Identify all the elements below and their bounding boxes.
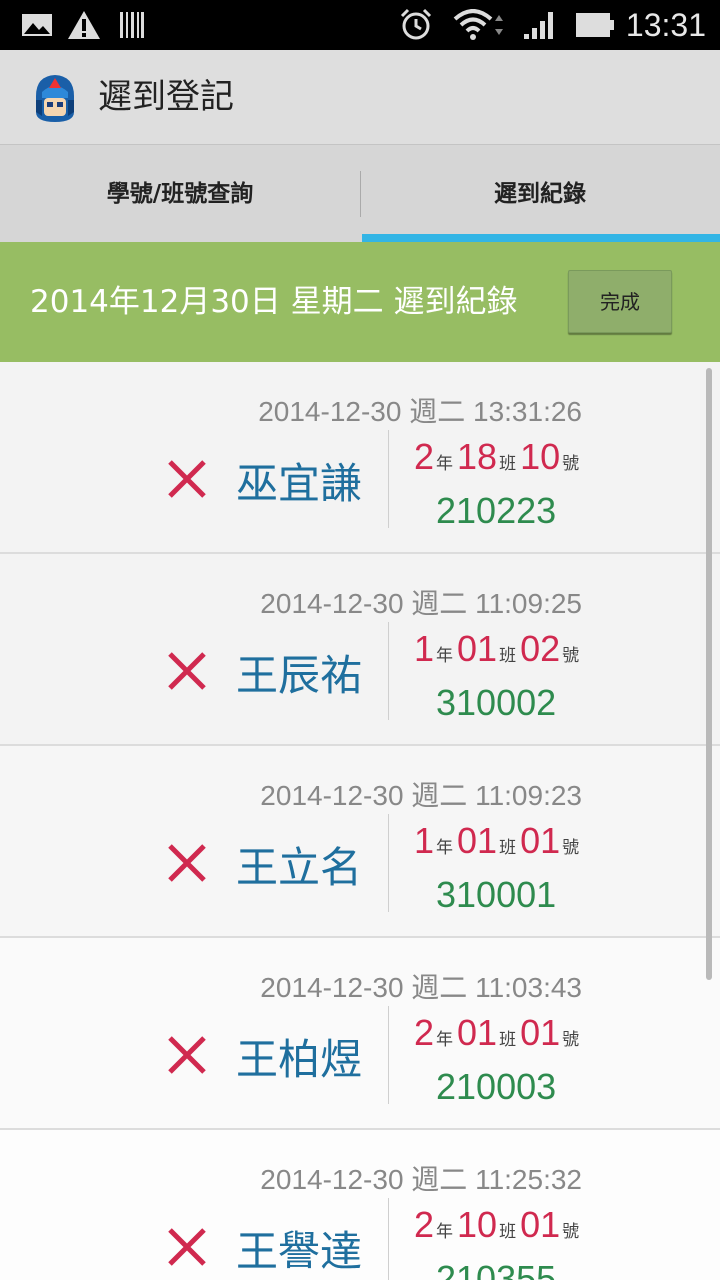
- warning-icon: [66, 0, 102, 50]
- class-info: 2 年 01 班 01 號: [414, 1012, 583, 1054]
- student-name: 王辰祐: [236, 651, 363, 700]
- grade-value: 2: [414, 1204, 435, 1245]
- app-avatar-icon[interactable]: [30, 72, 80, 124]
- class-value: 01: [457, 820, 498, 861]
- delete-icon[interactable]: [166, 842, 208, 884]
- gallery-icon: [20, 0, 54, 50]
- list-item[interactable]: 2014-12-30 週二 11:09:23 王立名 1 年 01 班 01 號 3100…: [0, 746, 720, 938]
- class-unit: 班: [499, 1030, 517, 1049]
- done-button[interactable]: 完成: [568, 270, 672, 333]
- record-time: 2014-12-30 週二 11:09:25: [260, 588, 582, 619]
- number-unit: 號: [562, 646, 580, 665]
- number-value: 10: [520, 436, 561, 477]
- number-unit: 號: [562, 838, 580, 857]
- class-value: 01: [457, 1012, 498, 1053]
- late-record-list: 2014-12-30 週二 13:31:26 巫宜謙 2 年 18 班 10 號 2102…: [0, 362, 720, 1280]
- class-info: 2 年 10 班 01 號: [414, 1204, 583, 1246]
- class-info: 1 年 01 班 01 號: [414, 820, 583, 862]
- list-item[interactable]: 2014-12-30 週二 11:03:43 王柏煜 2 年 01 班 01 號 2100…: [0, 938, 720, 1130]
- barcode-icon: [118, 0, 146, 50]
- class-unit: 班: [499, 454, 517, 473]
- student-name: 巫宜謙: [236, 459, 363, 508]
- list-item[interactable]: 2014-12-30 週二 11:09:25 王辰祐 1 年 01 班 02 號 3100…: [0, 554, 720, 746]
- class-unit: 班: [499, 646, 517, 665]
- status-bar: 13:31: [0, 0, 720, 50]
- number-value: 02: [520, 628, 561, 669]
- grade-unit: 年: [436, 646, 454, 665]
- student-id: 210003: [436, 1066, 557, 1107]
- tab-id-lookup[interactable]: 學號/班號查詢: [0, 145, 360, 243]
- class-value: 18: [457, 436, 498, 477]
- number-value: 01: [520, 1012, 561, 1053]
- student-name: 王立名: [236, 843, 363, 892]
- grade-unit: 年: [436, 454, 454, 473]
- row-divider: [388, 1006, 389, 1104]
- list-item[interactable]: 2014-12-30 週二 13:31:26 巫宜謙 2 年 18 班 10 號 2102…: [0, 362, 720, 554]
- grade-value: 1: [414, 628, 435, 669]
- battery-icon: [574, 0, 616, 50]
- number-value: 01: [520, 1204, 561, 1245]
- student-id: 210223: [436, 490, 557, 531]
- grade-unit: 年: [436, 1222, 454, 1241]
- record-time: 2014-12-30 週二 11:03:43: [260, 972, 582, 1003]
- tab-late-records[interactable]: 遲到紀錄: [360, 145, 720, 243]
- delete-icon[interactable]: [166, 458, 208, 500]
- row-divider: [388, 1198, 389, 1280]
- student-id: 210355: [436, 1258, 557, 1280]
- row-divider: [388, 430, 389, 528]
- number-value: 01: [520, 820, 561, 861]
- alarm-icon: [398, 0, 434, 50]
- row-divider: [388, 622, 389, 720]
- signal-icon: [520, 0, 560, 50]
- date-header-title: 2014年12月30日 星期二 遲到紀錄: [30, 284, 518, 320]
- grade-value: 1: [414, 820, 435, 861]
- grade-unit: 年: [436, 1030, 454, 1049]
- grade-unit: 年: [436, 838, 454, 857]
- student-id: 310001: [436, 874, 557, 915]
- record-time: 2014-12-30 週二 11:25:32: [260, 1164, 582, 1195]
- student-id: 310002: [436, 682, 557, 723]
- class-unit: 班: [499, 1222, 517, 1241]
- row-divider: [388, 814, 389, 912]
- record-time: 2014-12-30 週二 11:09:23: [260, 780, 582, 811]
- number-unit: 號: [562, 1222, 580, 1241]
- status-time: 13:31: [625, 7, 706, 43]
- class-value: 01: [457, 628, 498, 669]
- list-item[interactable]: 2014-12-30 週二 11:25:32 王譽達 2 年 10 班 01 號 2103…: [0, 1130, 720, 1280]
- class-unit: 班: [499, 838, 517, 857]
- student-name: 王譽達: [236, 1227, 363, 1276]
- delete-icon[interactable]: [166, 1226, 208, 1268]
- tab-bar: 學號/班號查詢 遲到紀錄: [0, 144, 720, 243]
- class-value: 10: [457, 1204, 498, 1245]
- class-info: 1 年 01 班 02 號: [414, 628, 583, 670]
- wifi-icon: [452, 0, 508, 50]
- list-scrollbar[interactable]: [706, 368, 712, 980]
- grade-value: 2: [414, 1012, 435, 1053]
- grade-value: 2: [414, 436, 435, 477]
- number-unit: 號: [562, 1030, 580, 1049]
- app-title: 遲到登記: [98, 77, 234, 117]
- student-name: 王柏煜: [236, 1035, 363, 1084]
- delete-icon[interactable]: [166, 1034, 208, 1076]
- number-unit: 號: [562, 454, 580, 473]
- action-bar: 遲到登記: [0, 50, 720, 144]
- delete-icon[interactable]: [166, 650, 208, 692]
- class-info: 2 年 18 班 10 號: [414, 436, 583, 478]
- record-time: 2014-12-30 週二 13:31:26: [258, 396, 582, 427]
